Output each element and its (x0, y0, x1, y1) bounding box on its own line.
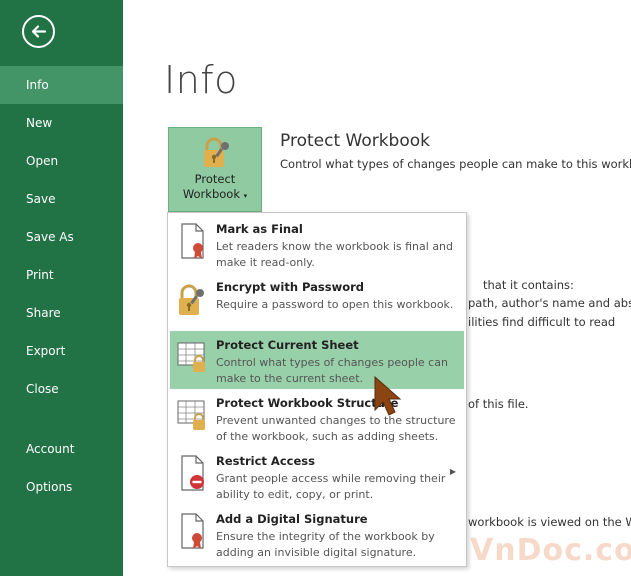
document-ribbon-icon (181, 223, 204, 259)
background-text: that it contains: (483, 278, 574, 292)
menu-item-desc: Require a password to open this workbook… (216, 298, 454, 311)
background-text: path, author's name and absolut (468, 296, 631, 310)
protect-section-title: Protect Workbook (280, 131, 430, 151)
document-restrict-icon (181, 455, 204, 491)
menu-item-title: Restrict Access (216, 454, 315, 468)
menu-item-desc: Prevent unwanted changes to the structur… (216, 414, 456, 443)
menu-item-title: Protect Current Sheet (216, 338, 359, 352)
menu-item-protect-workbook-structure[interactable]: Protect Workbook Structure Prevent unwan… (170, 389, 464, 447)
menu-item-desc: Control what types of changes people can… (216, 356, 448, 385)
menu-item-protect-current-sheet[interactable]: Protect Current Sheet Control what types… (170, 331, 464, 389)
menu-item-title: Add a Digital Signature (216, 512, 368, 526)
document-signature-icon (181, 513, 204, 549)
protect-section-desc: Control what types of changes people can… (280, 157, 631, 171)
lock-key-icon (179, 284, 204, 315)
nav-item-close[interactable]: Close (0, 370, 123, 408)
chevron-down-icon: ▾ (243, 192, 248, 200)
page-title: Info (164, 58, 238, 102)
menu-item-desc: Ensure the integrity of the workbook by … (216, 530, 435, 559)
nav-item-account[interactable]: Account (0, 430, 123, 468)
nav-item-print[interactable]: Print (0, 256, 123, 294)
back-arrow-icon (31, 25, 47, 38)
nav-item-options[interactable]: Options (0, 468, 123, 506)
background-text: workbook is viewed on the Web. (468, 515, 631, 529)
lock-key-icon (204, 137, 229, 167)
protect-workbook-button[interactable]: Protect Workbook ▾ (168, 127, 262, 212)
menu-item-title: Mark as Final (216, 222, 303, 236)
watermark: VnDoc.com (470, 533, 631, 568)
menu-item-desc: Grant people access while removing their… (216, 472, 446, 501)
nav-item-open[interactable]: Open (0, 142, 123, 180)
nav-item-share[interactable]: Share (0, 294, 123, 332)
menu-item-desc: Let readers know the workbook is final a… (216, 240, 454, 269)
backstage-nav: Info New Open Save Save As Print Share E… (0, 0, 123, 576)
nav-item-save[interactable]: Save (0, 180, 123, 218)
menu-item-restrict-access[interactable]: Restrict Access Grant people access whil… (170, 447, 464, 505)
workbook-lock-icon (177, 400, 205, 430)
sheet-lock-icon (177, 342, 205, 372)
menu-item-mark-as-final[interactable]: Mark as Final Let readers know the workb… (170, 215, 464, 273)
nav-item-export[interactable]: Export (0, 332, 123, 370)
nav-item-save-as[interactable]: Save As (0, 218, 123, 256)
background-text: of this file. (468, 397, 529, 411)
menu-item-title: Encrypt with Password (216, 280, 365, 294)
nav-item-info[interactable]: Info (0, 66, 123, 104)
background-text: ilities find difficult to read (468, 315, 616, 329)
protect-button-label-line1: Protect (194, 172, 236, 186)
mouse-cursor-icon (374, 375, 402, 416)
protect-button-label-line2: Workbook ▾ (182, 187, 248, 201)
nav-item-new[interactable]: New (0, 104, 123, 142)
menu-item-add-digital-signature[interactable]: Add a Digital Signature Ensure the integ… (170, 505, 464, 563)
menu-item-encrypt-with-password[interactable]: Encrypt with Password Require a password… (170, 273, 464, 331)
protect-workbook-menu: Mark as Final Let readers know the workb… (167, 212, 467, 567)
submenu-arrow-icon: ▶ (449, 467, 456, 476)
back-button[interactable] (22, 15, 55, 48)
